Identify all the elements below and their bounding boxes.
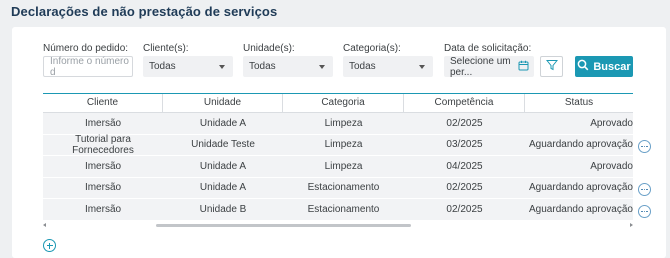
table-row[interactable]: Imersão Unidade A Limpeza 04/2025 Aprova… <box>43 156 633 178</box>
search-button-label: Buscar <box>593 60 631 73</box>
cell-period: 03/2025 <box>446 139 483 151</box>
cell-category: Estacionamento <box>307 203 380 215</box>
cell-status: Aguardando aprovação <box>529 203 633 215</box>
order-number-label: Número do pedido: <box>43 43 129 54</box>
cell-status: Aguardando aprovação <box>529 139 633 151</box>
table-row[interactable]: Tutorial para Fornecedores Unidade Teste… <box>43 133 633 156</box>
cell-client: Imersão <box>84 203 122 215</box>
column-header-category[interactable]: Categoria <box>283 94 404 112</box>
unit-select[interactable]: Todas <box>243 56 333 77</box>
more-options-icon[interactable] <box>638 205 651 218</box>
order-number-input[interactable]: Informe o número d <box>43 55 133 78</box>
cell-unit: Unidade A <box>199 160 247 172</box>
cell-unit: Unidade A <box>199 117 247 129</box>
category-label: Categoria(s): <box>343 43 401 54</box>
request-date-picker[interactable]: Selecione um per... <box>444 56 534 78</box>
cell-category: Limpeza <box>324 160 363 172</box>
search-button[interactable]: Buscar <box>575 56 633 77</box>
cell-category: Estacionamento <box>307 182 380 194</box>
scroll-left-icon[interactable] <box>43 223 46 227</box>
calendar-icon <box>518 60 529 74</box>
cell-status: Aguardando aprovação <box>529 182 633 194</box>
table-row[interactable]: Imersão Unidade B Estacionamento 02/2025… <box>43 199 633 221</box>
declarations-table: Cliente Unidade Categoria Competência St… <box>43 93 633 221</box>
column-header-unit[interactable]: Unidade <box>163 94 283 112</box>
table-header: Cliente Unidade Categoria Competência St… <box>43 93 633 113</box>
cell-client: Imersão <box>84 182 122 194</box>
content-card: Número do pedido: Cliente(s): Unidade(s)… <box>12 27 666 258</box>
category-select-value: Todas <box>349 61 376 72</box>
filter-icon <box>545 58 558 76</box>
cell-period: 04/2025 <box>446 160 483 172</box>
more-options-icon[interactable] <box>638 140 651 153</box>
request-date-label: Data de solicitação: <box>444 43 532 54</box>
cell-status: Aprovado <box>590 117 633 129</box>
category-select[interactable]: Todas <box>343 56 433 77</box>
client-select[interactable]: Todas <box>143 56 233 77</box>
scroll-right-icon[interactable] <box>630 223 633 227</box>
order-number-placeholder: Informe o número d <box>50 55 129 78</box>
column-header-client[interactable]: Cliente <box>43 94 163 112</box>
cell-period: 02/2025 <box>446 117 483 129</box>
table-row[interactable]: Imersão Unidade A Limpeza 02/2025 Aprova… <box>43 113 633 135</box>
cell-unit: Unidade A <box>199 182 247 194</box>
more-options-icon[interactable] <box>638 183 651 196</box>
cell-client: Imersão <box>84 160 122 172</box>
add-icon[interactable] <box>43 239 56 252</box>
cell-client: Tutorial para Fornecedores <box>72 133 134 156</box>
chevron-down-icon <box>419 65 425 69</box>
scrollbar-thumb[interactable] <box>156 224 411 227</box>
cell-status: Aprovado <box>590 160 633 172</box>
page-title: Declarações de não prestação de serviços <box>11 4 278 19</box>
unit-select-value: Todas <box>249 61 276 72</box>
cell-unit: Unidade Teste <box>191 139 255 151</box>
column-header-status[interactable]: Status <box>525 94 633 112</box>
client-label: Cliente(s): <box>143 43 189 54</box>
cell-period: 02/2025 <box>446 203 483 215</box>
filter-button[interactable] <box>540 56 563 77</box>
cell-period: 02/2025 <box>446 182 483 194</box>
horizontal-scrollbar[interactable] <box>43 223 633 228</box>
column-header-period[interactable]: Competência <box>404 94 525 112</box>
unit-label: Unidade(s): <box>243 43 295 54</box>
cell-category: Limpeza <box>324 117 363 129</box>
chevron-down-icon <box>219 65 225 69</box>
table-row[interactable]: Imersão Unidade A Estacionamento 02/2025… <box>43 177 633 199</box>
chevron-down-icon <box>319 65 325 69</box>
cell-client: Imersão <box>84 117 122 129</box>
cell-unit: Unidade B <box>199 203 247 215</box>
search-icon <box>577 59 589 74</box>
cell-category: Limpeza <box>324 139 363 151</box>
client-select-value: Todas <box>149 61 176 72</box>
